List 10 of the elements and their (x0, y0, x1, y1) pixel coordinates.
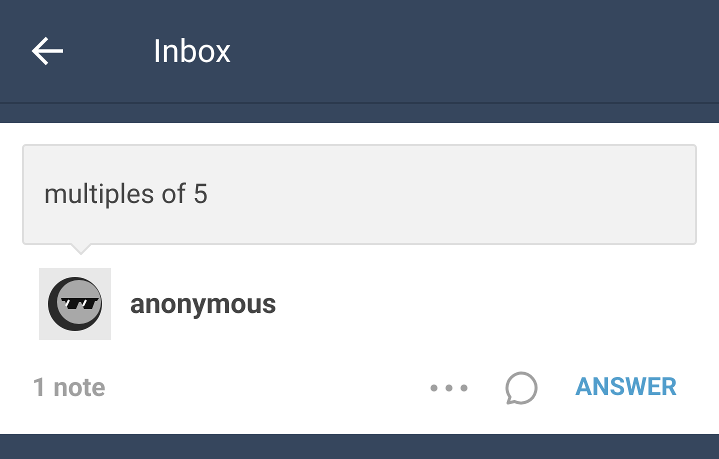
speech-bubble-icon (503, 370, 540, 406)
avatar[interactable] (39, 268, 111, 340)
page-title: Inbox (153, 31, 232, 72)
more-icon (430, 384, 468, 392)
sunglasses-avatar-icon (47, 276, 103, 332)
answer-button[interactable]: ANSWER (575, 369, 677, 407)
back-arrow-icon (31, 35, 65, 67)
notes-count: 1 note (32, 372, 106, 404)
asker-name: anonymous (130, 286, 276, 322)
question-text: multiples of 5 (44, 177, 208, 212)
